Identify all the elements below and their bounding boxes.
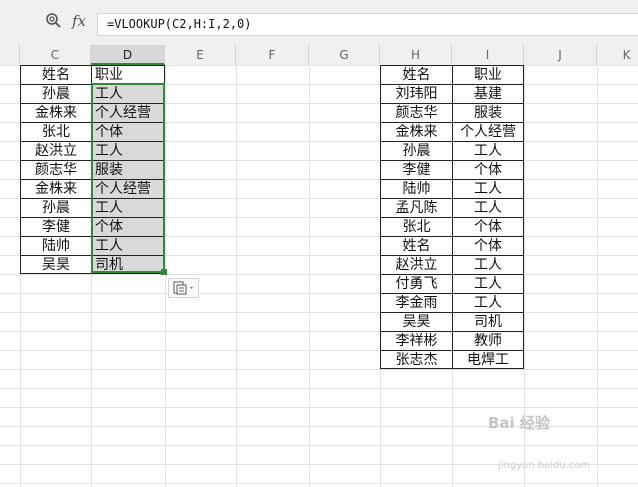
right-table-name-cell[interactable]: 张北 (380, 217, 452, 236)
left-table-job-cell[interactable]: 服装 (91, 160, 165, 179)
left-table-name-cell[interactable]: 颜志华 (20, 160, 91, 179)
right-table-job-cell[interactable]: 工人 (452, 141, 524, 160)
left-table-name-cell[interactable]: 姓名 (20, 65, 91, 84)
column-header-f[interactable]: F (236, 45, 309, 65)
left-table-name-cell[interactable]: 孙晨 (20, 84, 91, 103)
right-table-name-cell[interactable]: 李祥彬 (380, 331, 452, 350)
watermark-url: jingyan.baidu.com (498, 460, 591, 471)
right-table-name-cell[interactable]: 刘玮阳 (380, 84, 452, 103)
left-table-job-cell[interactable]: 个体 (91, 217, 165, 236)
left-table-name-cell[interactable]: 吴昊 (20, 255, 91, 274)
paste-options-button[interactable] (168, 278, 199, 298)
right-table-name-cell[interactable]: 金株来 (380, 122, 452, 141)
right-table-job-cell[interactable]: 基建 (452, 84, 524, 103)
watermark: Bai 经验 (488, 414, 550, 432)
formula-input[interactable]: =VLOOKUP(C2,H:I,2,0) (97, 13, 638, 36)
formula-bar: fx =VLOOKUP(C2,H:I,2,0) (0, 0, 638, 45)
column-header-h[interactable]: H (380, 45, 452, 65)
right-table-job-cell[interactable]: 工人 (452, 255, 524, 274)
left-table-job-cell[interactable]: 工人 (91, 84, 165, 103)
right-table-job-cell[interactable]: 个体 (452, 217, 524, 236)
right-table-name-cell[interactable]: 付勇飞 (380, 274, 452, 293)
right-table-job-cell[interactable]: 工人 (452, 179, 524, 198)
right-table-name-cell[interactable]: 李健 (380, 160, 452, 179)
left-table-job-cell[interactable]: 职业 (91, 65, 165, 84)
right-table-name-cell[interactable]: 陆帅 (380, 179, 452, 198)
column-header-k[interactable]: K (597, 45, 638, 65)
left-table-job-cell[interactable]: 个体 (91, 122, 165, 141)
right-table-name-cell[interactable]: 赵洪立 (380, 255, 452, 274)
column-header-d[interactable]: D (91, 45, 165, 65)
column-header-g[interactable]: G (309, 45, 380, 65)
left-table-job-cell[interactable]: 工人 (91, 141, 165, 160)
left-table-job-cell[interactable]: 个人经营 (91, 103, 165, 122)
fx-label[interactable]: fx (72, 12, 86, 30)
column-header-j[interactable]: J (524, 45, 597, 65)
left-table-name-cell[interactable]: 陆帅 (20, 236, 91, 255)
right-table-job-cell[interactable]: 职业 (452, 65, 524, 84)
column-header-bar: CDEFGHIJK (0, 45, 638, 66)
magnifier-icon[interactable] (45, 12, 62, 33)
right-table-job-cell[interactable]: 电焊工 (452, 350, 524, 369)
left-table-job-cell[interactable]: 司机 (91, 255, 165, 274)
right-table-job-cell[interactable]: 教师 (452, 331, 524, 350)
right-table-job-cell[interactable]: 司机 (452, 312, 524, 331)
right-table-name-cell[interactable]: 孙晨 (380, 141, 452, 160)
left-table-job-cell[interactable]: 工人 (91, 198, 165, 217)
left-table-name-cell[interactable]: 孙晨 (20, 198, 91, 217)
fill-handle[interactable] (161, 269, 167, 275)
right-table-name-cell[interactable]: 孟凡陈 (380, 198, 452, 217)
right-table-job-cell[interactable]: 工人 (452, 198, 524, 217)
left-table-name-cell[interactable]: 赵洪立 (20, 141, 91, 160)
right-table-name-cell[interactable]: 颜志华 (380, 103, 452, 122)
column-header-i[interactable]: I (452, 45, 524, 65)
right-table-job-cell[interactable]: 个体 (452, 160, 524, 179)
select-all-corner[interactable] (0, 45, 20, 65)
left-table-job-cell[interactable]: 个人经营 (91, 179, 165, 198)
column-header-e[interactable]: E (165, 45, 236, 65)
column-header-c[interactable]: C (20, 45, 91, 65)
right-table-job-cell[interactable]: 个体 (452, 236, 524, 255)
right-table-job-cell[interactable]: 个人经营 (452, 122, 524, 141)
left-table-name-cell[interactable]: 金株来 (20, 103, 91, 122)
left-table-name-cell[interactable]: 李健 (20, 217, 91, 236)
right-table-job-cell[interactable]: 工人 (452, 274, 524, 293)
right-table-name-cell[interactable]: 李金雨 (380, 293, 452, 312)
right-table-job-cell[interactable]: 工人 (452, 293, 524, 312)
paste-options-icon (173, 281, 193, 295)
right-table-name-cell[interactable]: 姓名 (380, 65, 452, 84)
right-table-name-cell[interactable]: 吴昊 (380, 312, 452, 331)
left-table-name-cell[interactable]: 张北 (20, 122, 91, 141)
left-table-name-cell[interactable]: 金株来 (20, 179, 91, 198)
right-table-job-cell[interactable]: 服装 (452, 103, 524, 122)
right-table-name-cell[interactable]: 张志杰 (380, 350, 452, 369)
right-table-name-cell[interactable]: 姓名 (380, 236, 452, 255)
left-table-job-cell[interactable]: 工人 (91, 236, 165, 255)
